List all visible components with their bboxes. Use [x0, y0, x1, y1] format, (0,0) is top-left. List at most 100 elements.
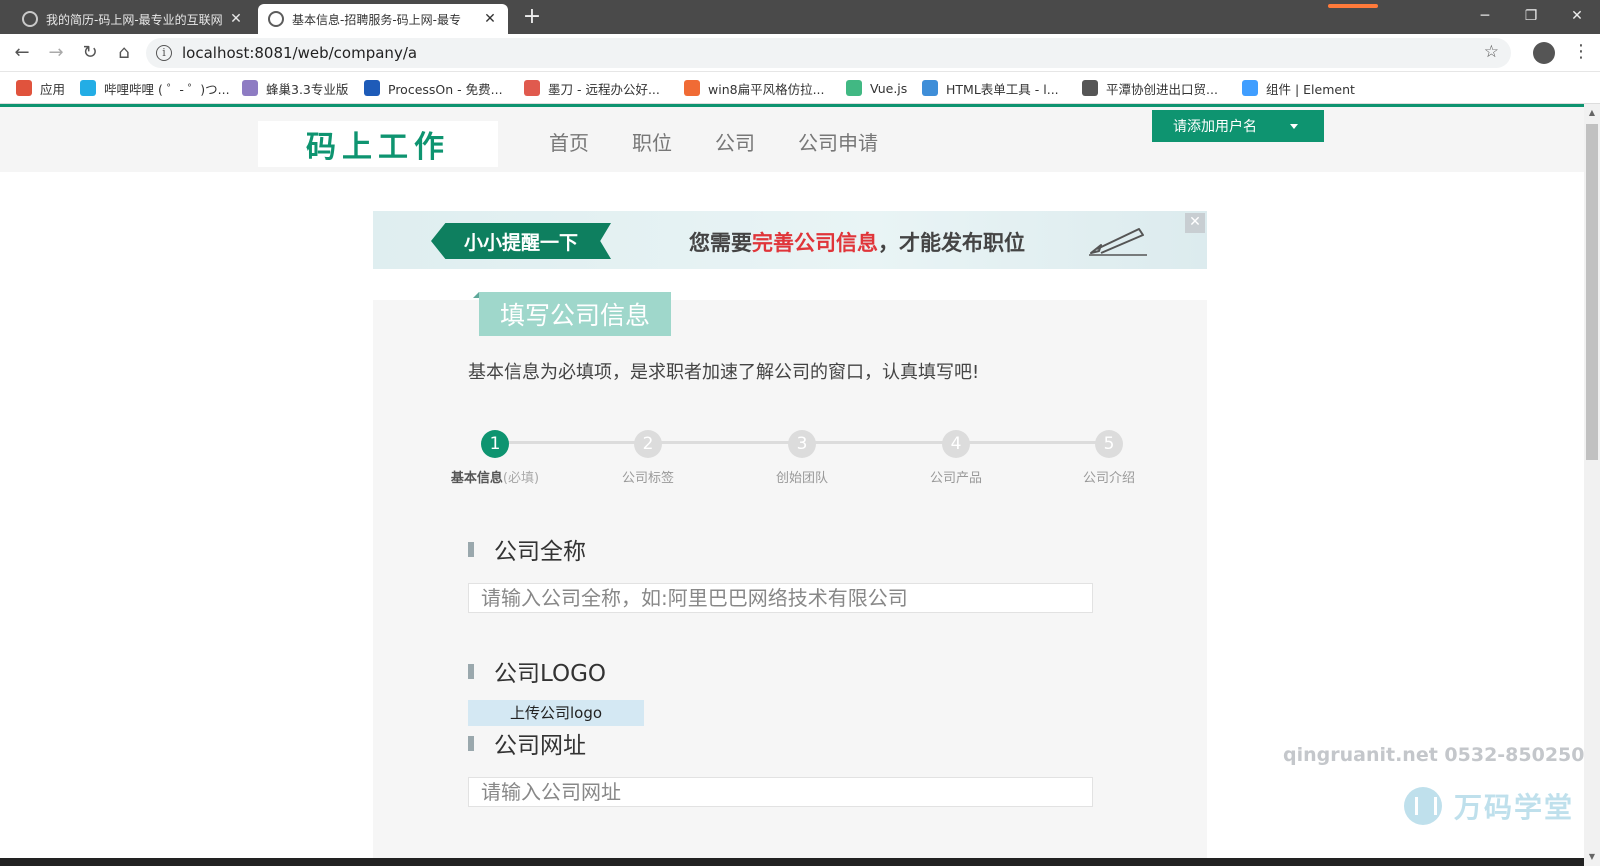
window-drag-indicator — [1328, 4, 1378, 8]
close-tab-icon[interactable]: ✕ — [482, 11, 498, 27]
company-name-label: 公司全称 — [468, 532, 586, 566]
form-description: 基本信息为必填项，是求职者加速了解公司的窗口，认真填写吧! — [468, 362, 980, 383]
site-info-icon[interactable]: i — [156, 45, 172, 61]
watermark-contact: qingruanit.net 0532-85025005 — [1283, 744, 1584, 766]
step-label: 公司标签 — [621, 471, 674, 486]
url-field[interactable]: i localhost:8081/web/company/a ☆ — [146, 38, 1511, 68]
taskbar-edge — [0, 858, 1584, 866]
reminder-ribbon: 小小提醒一下 — [431, 223, 611, 259]
scroll-up-icon[interactable]: ▲ — [1587, 108, 1597, 118]
close-window-icon[interactable]: ✕ — [1554, 0, 1600, 34]
step-label: 基本信息(必填) — [435, 467, 555, 486]
user-dropdown[interactable]: 请添加用户名 — [1152, 110, 1324, 142]
reminder-text-highlight: 完善公司信息 — [752, 231, 878, 255]
bookmark-modao[interactable]: 墨刀 - 远程办公好... — [524, 79, 660, 97]
watermark-logo: 万码学堂 — [1404, 786, 1574, 826]
step-number: 2 — [634, 430, 662, 458]
step-founding-team[interactable]: 3 创始团队 — [742, 430, 862, 486]
step-company-tags[interactable]: 2 公司标签 — [588, 430, 708, 486]
html-form-icon — [922, 80, 938, 96]
nav-home[interactable]: 首页 — [549, 127, 589, 156]
company-info-form: 填写公司信息 基本信息为必填项，是求职者加速了解公司的窗口，认真填写吧! 1 基… — [373, 292, 1207, 866]
globe-icon — [22, 11, 38, 27]
brand-logo-icon — [1404, 787, 1442, 825]
scrollbar-thumb[interactable] — [1586, 124, 1598, 460]
progress-stepper: 1 基本信息(必填) 2 公司标签 3 创始团队 4 公司产品 5 公司介绍 — [373, 430, 1207, 490]
forward-icon[interactable]: → — [42, 39, 70, 67]
step-number: 1 — [481, 430, 509, 458]
watermark-brand: 万码学堂 — [1454, 791, 1575, 824]
bookmark-label: HTML表单工具 - l... — [946, 81, 1059, 97]
bookmark-label: 墨刀 - 远程办公好... — [548, 81, 660, 97]
bookmark-element[interactable]: 组件 | Element — [1242, 79, 1355, 97]
bookmark-processon[interactable]: ProcessOn - 免费... — [364, 79, 503, 97]
step-number: 3 — [788, 430, 816, 458]
page-scrollbar[interactable]: ▲ ▼ — [1584, 104, 1600, 866]
profile-avatar-icon[interactable] — [1533, 42, 1555, 64]
bookmark-label: 应用 — [40, 81, 66, 97]
apps-grid-icon — [16, 80, 32, 96]
bookmark-label: ProcessOn - 免费... — [388, 81, 503, 97]
upload-logo-button[interactable]: 上传公司logo — [468, 700, 644, 726]
site-logo[interactable]: 码上工作 — [258, 121, 498, 167]
browser-tab-active[interactable]: 基本信息-招聘服务-码上网-最专 ✕ — [258, 4, 508, 34]
user-dropdown-label: 请添加用户名 — [1173, 119, 1257, 135]
bookmark-apps[interactable]: 应用 — [16, 79, 65, 97]
company-website-label: 公司网址 — [468, 726, 586, 760]
reminder-message: 您需要完善公司信息，才能发布职位 — [689, 227, 1025, 257]
bookmark-label: win8扁平风格仿拉... — [708, 81, 825, 97]
bookmark-label: 蜂巢3.3专业版 — [266, 81, 349, 97]
step-label: 公司产品 — [929, 471, 982, 486]
tab-title: 我的简历-码上网-最专业的互联网 — [46, 12, 222, 27]
logo-text: 码上工作 — [306, 130, 450, 165]
step-company-intro[interactable]: 5 公司介绍 — [1049, 430, 1169, 486]
step-basic-info[interactable]: 1 基本信息(必填) — [435, 430, 555, 486]
modao-icon — [524, 80, 540, 96]
step-number: 4 — [942, 430, 970, 458]
nav-companies[interactable]: 公司 — [715, 127, 755, 156]
bilibili-icon — [80, 80, 96, 96]
step-label-sub: (必填) — [502, 471, 540, 486]
vue-icon — [846, 80, 862, 96]
step-number: 5 — [1095, 430, 1123, 458]
pencil-arrow-icon — [1089, 228, 1147, 256]
bookmark-label: 组件 | Element — [1266, 81, 1355, 97]
bookmark-vue[interactable]: Vue.js — [846, 79, 907, 97]
scroll-down-icon[interactable]: ▼ — [1587, 852, 1597, 862]
globe-icon — [1082, 80, 1098, 96]
bookmarks-bar: 应用 哔哩哔哩 ( ゜- ゜)つ... 蜂巢3.3专业版 ProcessOn -… — [0, 72, 1600, 104]
browser-tab-bar: 我的简历-码上网-最专业的互联网 ✕ 基本信息-招聘服务-码上网-最专 ✕ + … — [0, 0, 1600, 34]
element-icon — [1242, 80, 1258, 96]
reload-icon[interactable]: ↻ — [76, 39, 104, 67]
step-label: 公司介绍 — [1082, 471, 1135, 486]
company-name-label-text: 公司全称 — [494, 539, 586, 565]
close-tab-icon[interactable]: ✕ — [228, 11, 244, 27]
reminder-text-after: ，才能发布职位 — [878, 231, 1025, 255]
url-text: localhost:8081/web/company/a — [182, 44, 418, 62]
step-company-products[interactable]: 4 公司产品 — [896, 430, 1016, 486]
label-marker — [468, 735, 474, 751]
company-logo-label: 公司LOGO — [468, 654, 606, 688]
new-tab-button[interactable]: + — [520, 6, 544, 30]
browser-tab[interactable]: 我的简历-码上网-最专业的互联网 ✕ — [12, 4, 254, 34]
nav-jobs[interactable]: 职位 — [632, 127, 672, 156]
reminder-text-before: 您需要 — [689, 231, 752, 255]
bookmark-html-form[interactable]: HTML表单工具 - l... — [922, 79, 1059, 97]
bookmark-pingtan[interactable]: 平潭协创进出口贸... — [1082, 79, 1218, 97]
restore-icon[interactable]: ❐ — [1508, 0, 1554, 34]
minimize-icon[interactable]: ─ — [1462, 0, 1508, 34]
page-content: 码上工作 首页 职位 公司 公司申请 请添加用户名 小小提醒一下 您需要完善公司… — [0, 104, 1584, 866]
company-name-input[interactable] — [468, 583, 1093, 613]
nav-company-apply[interactable]: 公司申请 — [798, 127, 878, 156]
bookmark-star-icon[interactable]: ☆ — [1484, 42, 1499, 62]
bookmark-bilibili[interactable]: 哔哩哔哩 ( ゜- ゜)つ... — [80, 79, 230, 97]
company-website-input[interactable] — [468, 777, 1093, 807]
step-label: 创始团队 — [775, 471, 828, 486]
browser-menu-icon[interactable]: ⋮ — [1572, 40, 1590, 64]
win8-icon — [684, 80, 700, 96]
close-icon[interactable]: ✕ — [1185, 213, 1205, 233]
back-icon[interactable]: ← — [8, 39, 36, 67]
bookmark-win8[interactable]: win8扁平风格仿拉... — [684, 79, 825, 97]
bookmark-fengchao[interactable]: 蜂巢3.3专业版 — [242, 79, 348, 97]
home-icon[interactable]: ⌂ — [110, 39, 138, 67]
